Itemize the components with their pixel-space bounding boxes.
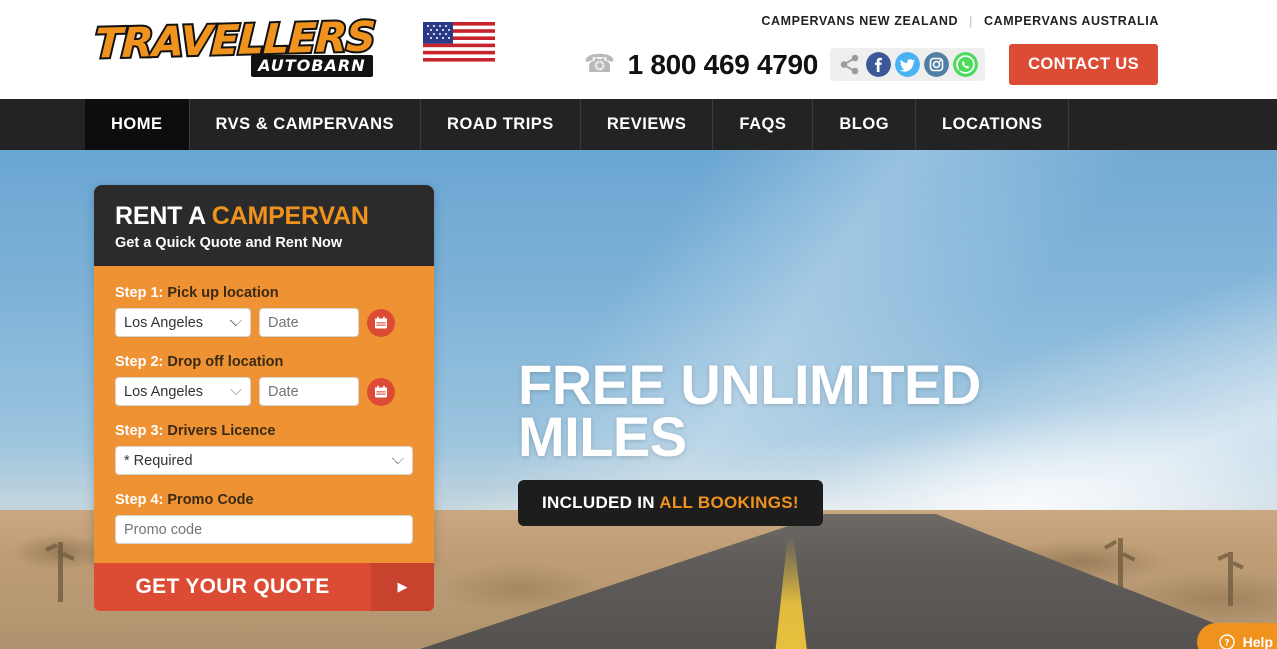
step3-row: * Required xyxy=(115,446,413,475)
contact-us-button[interactable]: CONTACT US xyxy=(1009,44,1158,85)
social-links xyxy=(830,48,986,81)
get-your-quote-button[interactable]: GET YOUR QUOTE ▶ xyxy=(94,563,434,611)
pickup-date-input[interactable] xyxy=(259,308,359,337)
calendar-icon xyxy=(375,316,387,328)
hero-badge: INCLUDED IN ALL BOOKINGS! xyxy=(518,480,823,526)
drivers-licence-select[interactable]: * Required xyxy=(115,446,413,475)
step1-row: Los Angeles xyxy=(115,308,413,337)
dropoff-calendar-button[interactable] xyxy=(367,377,395,406)
booking-panel-title: RENT A CAMPERVAN xyxy=(115,202,413,231)
step4-row xyxy=(115,515,413,544)
step3-text: Drivers Licence xyxy=(163,423,276,439)
booking-form: Step 1: Pick up location Los Angeles Dat… xyxy=(94,266,434,565)
step2-text: Drop off location xyxy=(163,354,284,370)
hero-title: FREE UNLIMITED MILES xyxy=(518,353,981,468)
nav-item-locations[interactable]: LOCATIONS xyxy=(916,99,1070,150)
site-logo[interactable]: TRAVELLERS AUTOBARN xyxy=(92,10,497,77)
arrow-right-icon: ▶ xyxy=(371,563,434,611)
instagram-icon[interactable] xyxy=(924,52,950,77)
phone-icon: ☎ xyxy=(584,50,616,78)
pickup-calendar-button[interactable] xyxy=(367,308,395,337)
step4-label: Step 4: Promo Code xyxy=(115,492,413,508)
link-campervans-new-zealand[interactable]: CAMPERVANS NEW ZEALAND xyxy=(761,14,958,28)
link-campervans-australia[interactable]: CAMPERVANS AUSTRALIA xyxy=(984,14,1159,28)
step4-text: Promo Code xyxy=(163,492,254,508)
logo-subtext: AUTOBARN xyxy=(251,54,373,77)
booking-panel-header: RENT A CAMPERVAN Get a Quick Quote and R… xyxy=(94,185,434,266)
nav-item-rvs-campervans[interactable]: RVS & CAMPERVANS xyxy=(190,99,422,150)
help-widget[interactable]: ? Help xyxy=(1196,623,1277,649)
nav-item-blog[interactable]: BLOG xyxy=(813,99,917,150)
step1-number: Step 1 xyxy=(115,285,159,301)
step2-number: Step 2 xyxy=(115,354,159,370)
facebook-icon[interactable] xyxy=(866,52,892,77)
step2-row: Los Angeles xyxy=(115,377,413,406)
step3-number: Step 3 xyxy=(115,423,159,439)
site-header: TRAVELLERS AUTOBARN CAMPERVANS NEW ZEALA… xyxy=(0,0,1277,99)
nav-item-faqs[interactable]: FAQS xyxy=(713,99,814,150)
booking-panel-subtitle: Get a Quick Quote and Rent Now xyxy=(115,235,343,251)
step2-label: Step 2: Drop off location xyxy=(115,354,413,370)
twitter-icon[interactable] xyxy=(895,52,921,77)
phone-number[interactable]: 1 800 469 4790 xyxy=(628,49,819,81)
step4-number: Step 4 xyxy=(115,492,159,508)
whatsapp-icon[interactable] xyxy=(953,52,979,77)
step1-label: Step 1: Pick up location xyxy=(115,285,413,301)
svg-text:?: ? xyxy=(1224,639,1229,649)
header-contact-row: ☎ 1 800 469 4790 CONTACT US xyxy=(584,44,1158,85)
hero-title-line2: MILES xyxy=(518,405,687,468)
get-your-quote-label: GET YOUR QUOTE xyxy=(135,575,330,598)
nav-item-home[interactable]: HOME xyxy=(85,99,190,150)
main-navigation: HOME RVS & CAMPERVANS ROAD TRIPS REVIEWS… xyxy=(0,99,1277,150)
hero-title-line1: FREE UNLIMITED xyxy=(518,353,981,416)
header-top-links: CAMPERVANS NEW ZEALAND | CAMPERVANS AUST… xyxy=(761,14,1159,28)
nav-item-road-trips[interactable]: ROAD TRIPS xyxy=(421,99,581,150)
calendar-icon xyxy=(375,385,387,397)
nav-item-reviews[interactable]: REVIEWS xyxy=(581,99,714,150)
promo-code-input[interactable] xyxy=(115,515,413,544)
booking-title-accent: CAMPERVAN xyxy=(211,202,369,230)
dropoff-location-select[interactable]: Los Angeles xyxy=(115,377,251,406)
question-circle-icon: ? xyxy=(1218,634,1235,649)
link-separator: | xyxy=(969,14,974,28)
share-icon[interactable] xyxy=(837,52,862,77)
step3-label: Step 3: Drivers Licence xyxy=(115,423,413,439)
hero-badge-prefix: INCLUDED IN xyxy=(542,493,660,512)
booking-panel: RENT A CAMPERVAN Get a Quick Quote and R… xyxy=(94,185,434,565)
us-flag-icon xyxy=(422,22,495,62)
booking-title-plain: RENT A xyxy=(115,202,212,230)
hero-badge-highlight: ALL BOOKINGS! xyxy=(659,493,799,512)
help-widget-label: Help xyxy=(1242,634,1273,649)
dropoff-date-input[interactable] xyxy=(259,377,359,406)
step1-text: Pick up location xyxy=(163,285,279,301)
pickup-location-select[interactable]: Los Angeles xyxy=(115,308,251,337)
page-root: TRAVELLERS AUTOBARN CAMPERVANS NEW ZEALA… xyxy=(0,0,1277,649)
